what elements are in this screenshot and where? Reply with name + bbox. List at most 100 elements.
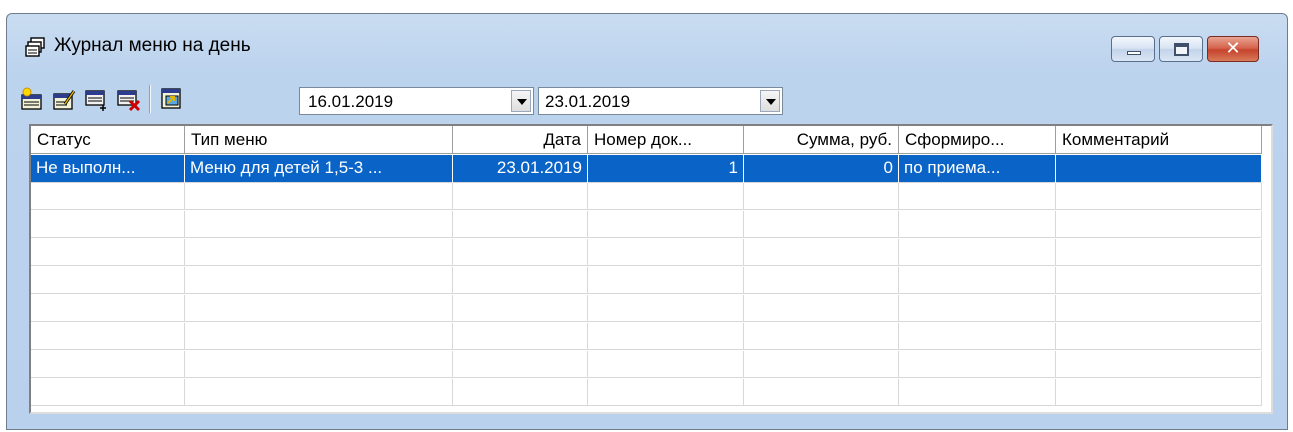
empty-cell[interactable] bbox=[185, 183, 453, 210]
empty-cell[interactable] bbox=[899, 239, 1056, 266]
empty-cell[interactable] bbox=[453, 379, 588, 406]
cell-date[interactable]: 23.01.2019 bbox=[453, 155, 588, 183]
cell-menu-type[interactable]: Меню для детей 1,5-3 ... bbox=[185, 155, 453, 183]
column-header-menu-type[interactable]: Тип меню bbox=[185, 126, 453, 154]
new-document-button[interactable] bbox=[19, 86, 45, 112]
cell-status[interactable]: Не выполн... bbox=[31, 155, 185, 183]
empty-cell[interactable] bbox=[453, 239, 588, 266]
empty-cell[interactable] bbox=[588, 295, 744, 322]
empty-cell[interactable] bbox=[744, 239, 899, 266]
date-from-combo[interactable]: 16.01.2019 bbox=[299, 87, 534, 115]
empty-row[interactable] bbox=[31, 239, 1271, 267]
empty-cell[interactable] bbox=[899, 351, 1056, 378]
empty-cell[interactable] bbox=[31, 267, 185, 294]
empty-cell[interactable] bbox=[1056, 295, 1262, 322]
edit-document-button[interactable] bbox=[51, 86, 77, 112]
minimize-button[interactable] bbox=[1111, 36, 1155, 62]
empty-cell[interactable] bbox=[899, 183, 1056, 210]
date-to-dropdown-button[interactable] bbox=[760, 90, 780, 112]
column-header-status[interactable]: Статус bbox=[31, 126, 185, 154]
empty-cell[interactable] bbox=[185, 295, 453, 322]
empty-row[interactable] bbox=[31, 351, 1271, 379]
empty-cell[interactable] bbox=[185, 379, 453, 406]
grid-header: Статус Тип меню Дата Номер док... Сумма,… bbox=[31, 126, 1262, 154]
empty-cell[interactable] bbox=[744, 379, 899, 406]
journal-stack-icon bbox=[25, 36, 47, 58]
empty-cell[interactable] bbox=[899, 295, 1056, 322]
empty-cell[interactable] bbox=[744, 183, 899, 210]
export-button[interactable] bbox=[159, 86, 185, 112]
empty-cell[interactable] bbox=[1056, 183, 1262, 210]
column-header-formed[interactable]: Сформиро... bbox=[899, 126, 1056, 154]
empty-cell[interactable] bbox=[588, 323, 744, 350]
empty-cell[interactable] bbox=[453, 323, 588, 350]
empty-row[interactable] bbox=[31, 267, 1271, 295]
title-bar[interactable]: Журнал меню на день ✕ bbox=[7, 14, 1287, 72]
empty-cell[interactable] bbox=[185, 211, 453, 238]
empty-cell[interactable] bbox=[744, 323, 899, 350]
empty-cell[interactable] bbox=[31, 323, 185, 350]
empty-cell[interactable] bbox=[185, 323, 453, 350]
empty-cell[interactable] bbox=[744, 295, 899, 322]
empty-cell[interactable] bbox=[453, 295, 588, 322]
empty-cell[interactable] bbox=[185, 267, 453, 294]
column-header-date[interactable]: Дата bbox=[453, 126, 588, 154]
empty-cell[interactable] bbox=[1056, 267, 1262, 294]
empty-cell[interactable] bbox=[31, 295, 185, 322]
empty-cell[interactable] bbox=[899, 211, 1056, 238]
empty-cell[interactable] bbox=[899, 379, 1056, 406]
column-header-doc-number[interactable]: Номер док... bbox=[588, 126, 744, 154]
empty-cell[interactable] bbox=[453, 351, 588, 378]
empty-cell[interactable] bbox=[453, 183, 588, 210]
date-from-dropdown-button[interactable] bbox=[511, 90, 531, 112]
empty-cell[interactable] bbox=[1056, 351, 1262, 378]
toolbar-separator bbox=[149, 85, 151, 113]
empty-cell[interactable] bbox=[31, 183, 185, 210]
minimize-icon bbox=[1127, 51, 1141, 55]
empty-cell[interactable] bbox=[31, 211, 185, 238]
empty-cell[interactable] bbox=[588, 379, 744, 406]
empty-cell[interactable] bbox=[588, 211, 744, 238]
cell-sum[interactable]: 0 bbox=[744, 155, 899, 183]
empty-cell[interactable] bbox=[31, 351, 185, 378]
empty-cell[interactable] bbox=[744, 267, 899, 294]
maximize-button[interactable] bbox=[1159, 36, 1203, 62]
cell-comment[interactable] bbox=[1056, 155, 1262, 183]
empty-rows bbox=[31, 183, 1271, 407]
close-button[interactable]: ✕ bbox=[1207, 36, 1259, 62]
empty-cell[interactable] bbox=[453, 211, 588, 238]
empty-cell[interactable] bbox=[899, 323, 1056, 350]
empty-row[interactable] bbox=[31, 211, 1271, 239]
date-to-value: 23.01.2019 bbox=[545, 92, 631, 111]
empty-cell[interactable] bbox=[31, 379, 185, 406]
empty-row[interactable] bbox=[31, 183, 1271, 211]
empty-cell[interactable] bbox=[744, 211, 899, 238]
empty-row[interactable] bbox=[31, 323, 1271, 351]
column-header-comment[interactable]: Комментарий bbox=[1056, 126, 1262, 154]
column-header-sum[interactable]: Сумма, руб. bbox=[744, 126, 899, 154]
cell-doc-number[interactable]: 1 bbox=[588, 155, 744, 183]
empty-cell[interactable] bbox=[588, 239, 744, 266]
add-row-button[interactable] bbox=[83, 86, 109, 112]
empty-row[interactable] bbox=[31, 295, 1271, 323]
empty-cell[interactable] bbox=[185, 239, 453, 266]
empty-cell[interactable] bbox=[744, 351, 899, 378]
empty-cell[interactable] bbox=[1056, 323, 1262, 350]
empty-cell[interactable] bbox=[588, 267, 744, 294]
grid-rows: Не выполн... Меню для детей 1,5-3 ... 23… bbox=[31, 155, 1271, 412]
empty-cell[interactable] bbox=[1056, 379, 1262, 406]
empty-cell[interactable] bbox=[185, 351, 453, 378]
delete-document-button[interactable] bbox=[115, 86, 141, 112]
empty-cell[interactable] bbox=[1056, 211, 1262, 238]
empty-cell[interactable] bbox=[1056, 239, 1262, 266]
empty-cell[interactable] bbox=[588, 351, 744, 378]
table-row[interactable]: Не выполн... Меню для детей 1,5-3 ... 23… bbox=[31, 155, 1271, 183]
empty-cell[interactable] bbox=[588, 183, 744, 210]
cell-formed[interactable]: по приема... bbox=[899, 155, 1056, 183]
empty-row[interactable] bbox=[31, 379, 1271, 407]
menu-journal-grid[interactable]: Статус Тип меню Дата Номер док... Сумма,… bbox=[29, 124, 1273, 414]
empty-cell[interactable] bbox=[899, 267, 1056, 294]
date-to-combo[interactable]: 23.01.2019 bbox=[538, 87, 783, 115]
empty-cell[interactable] bbox=[453, 267, 588, 294]
empty-cell[interactable] bbox=[31, 239, 185, 266]
